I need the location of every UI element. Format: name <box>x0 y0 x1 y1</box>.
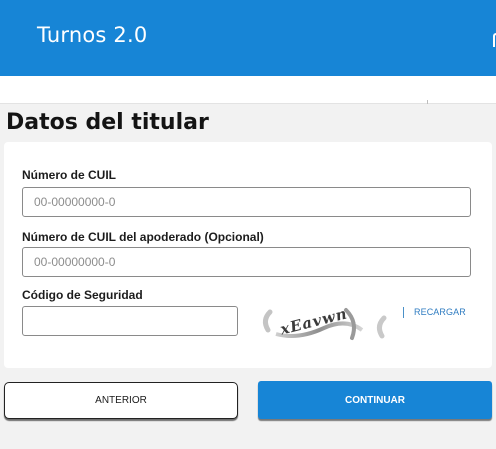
app-header: Turnos 2.0 <box>0 0 496 76</box>
continue-button[interactable]: CONTINUAR <box>258 381 492 419</box>
security-code-input[interactable] <box>22 306 238 336</box>
back-button[interactable]: ANTERIOR <box>4 382 238 419</box>
cuil-apoderado-input[interactable] <box>22 247 471 277</box>
toolbar-divider <box>427 100 428 104</box>
cuil-apoderado-label: Número de CUIL del apoderado (Opcional) <box>22 230 264 244</box>
reload-captcha-link[interactable]: RECARGAR <box>414 307 466 317</box>
sub-toolbar <box>0 76 496 104</box>
captcha-image: xEavwn <box>262 304 387 340</box>
cuil-label: Número de CUIL <box>22 168 117 182</box>
page-title: Datos del titular <box>6 110 209 135</box>
reload-divider <box>403 307 404 318</box>
cuil-input[interactable] <box>22 187 471 217</box>
security-code-label: Código de Seguridad <box>22 288 143 302</box>
app-title: Turnos 2.0 <box>37 23 148 47</box>
